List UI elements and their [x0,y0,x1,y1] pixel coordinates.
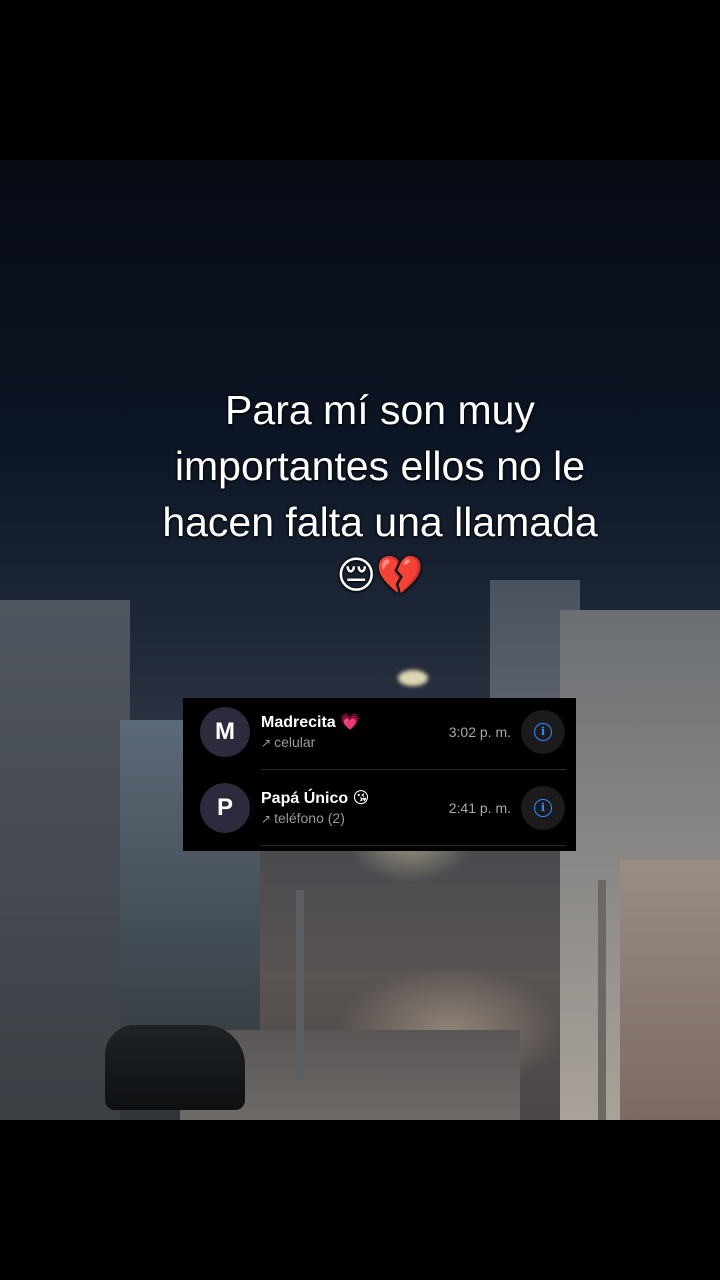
divider [261,845,566,846]
info-button[interactable]: i [521,710,565,754]
caption-line: Para mí son muy [225,387,535,433]
recent-calls-list: M Madrecita 💗 ↗ celular 3:02 p. m. i P Pa… [183,698,576,851]
avatar: P [200,783,250,833]
call-type: ↗ teléfono (2) [261,810,345,826]
contact-name: Papá Único 😘 [261,790,370,807]
caption-line: importantes ellos no le [174,443,586,489]
call-type-label: teléfono (2) [274,810,345,826]
contact-name: Madrecita 💗 [261,714,361,731]
caption-line: hacen falta una llamada [162,499,598,545]
call-row[interactable]: M Madrecita 💗 ↗ celular 3:02 p. m. i [183,698,576,774]
building [620,860,720,1120]
call-type-label: celular [274,734,316,750]
avatar: M [200,707,250,757]
info-icon: i [534,723,552,741]
caption-text: Para mí son muy importantes ellos no le … [110,382,650,602]
utility-pole [598,880,606,1120]
parked-car [105,1025,245,1110]
call-row[interactable]: P Papá Único 😘 ↗ teléfono (2) 2:41 p. m. … [183,774,576,850]
utility-pole [296,890,304,1080]
outgoing-call-icon: ↗ [261,812,272,826]
divider [261,769,566,770]
info-button[interactable]: i [521,786,565,830]
call-type: ↗ celular [261,734,315,750]
call-time: 2:41 p. m. [448,800,511,816]
moon [398,670,428,686]
background-photo [0,160,720,1120]
caption-emojis: 😔💔 [336,555,424,597]
info-icon: i [534,799,552,817]
call-time: 3:02 p. m. [448,724,511,740]
outgoing-call-icon: ↗ [261,736,272,750]
